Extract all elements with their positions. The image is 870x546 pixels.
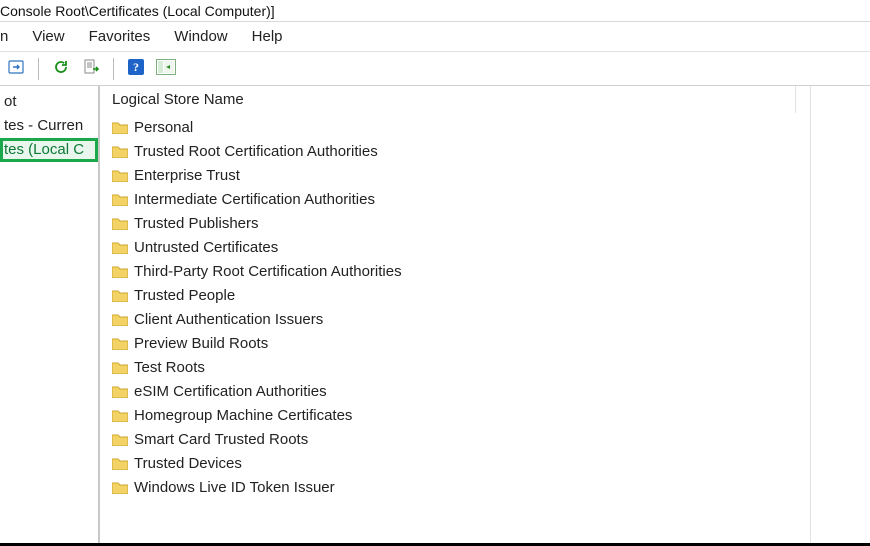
list-item[interactable]: Trusted Root Certification Authorities xyxy=(112,139,870,163)
tree-node-certificates-local-computer[interactable]: tes (Local C xyxy=(0,138,98,162)
tree-node-console-root[interactable]: ot xyxy=(0,90,98,114)
list-item[interactable]: Enterprise Trust xyxy=(112,163,870,187)
folder-icon xyxy=(112,145,128,158)
store-list: Personal Trusted Root Certification Auth… xyxy=(100,113,870,499)
mmc-window: Console Root\Certificates (Local Compute… xyxy=(0,0,870,546)
list-item[interactable]: Test Roots xyxy=(112,355,870,379)
svg-text:?: ? xyxy=(133,60,139,74)
list-item-label: Windows Live ID Token Issuer xyxy=(134,479,335,496)
folder-icon xyxy=(112,289,128,302)
nav-forward-button[interactable] xyxy=(4,57,28,81)
folder-icon xyxy=(112,481,128,494)
title-bar: Console Root\Certificates (Local Compute… xyxy=(0,0,870,22)
list-item-label: Preview Build Roots xyxy=(134,335,268,352)
list-item[interactable]: Homegroup Machine Certificates xyxy=(112,403,870,427)
menu-help[interactable]: Help xyxy=(252,28,283,45)
menu-favorites[interactable]: Favorites xyxy=(89,28,151,45)
list-item-label: Untrusted Certificates xyxy=(134,239,278,256)
list-item[interactable]: Personal xyxy=(112,115,870,139)
secondary-column-area xyxy=(810,86,870,543)
list-item-label: Test Roots xyxy=(134,359,205,376)
folder-icon xyxy=(112,409,128,422)
list-item-label: Third-Party Root Certification Authoriti… xyxy=(134,263,402,280)
folder-icon xyxy=(112,241,128,254)
export-list-button[interactable] xyxy=(79,57,103,81)
list-item[interactable]: Trusted Devices xyxy=(112,451,870,475)
list-item[interactable]: Third-Party Root Certification Authoriti… xyxy=(112,259,870,283)
folder-icon xyxy=(112,169,128,182)
list-item[interactable]: eSIM Certification Authorities xyxy=(112,379,870,403)
list-item[interactable]: Trusted People xyxy=(112,283,870,307)
content-area: ot tes - Curren tes (Local C Logical Sto… xyxy=(0,86,870,543)
refresh-button[interactable] xyxy=(49,57,73,81)
folder-icon xyxy=(112,385,128,398)
list-pane: Logical Store Name Personal Trusted Root… xyxy=(100,86,870,543)
list-item-label: Enterprise Trust xyxy=(134,167,240,184)
list-item-label: Personal xyxy=(134,119,193,136)
folder-icon xyxy=(112,361,128,374)
folder-icon xyxy=(112,193,128,206)
list-item-label: Client Authentication Issuers xyxy=(134,311,323,328)
tree-node-certificates-current-user[interactable]: tes - Curren xyxy=(0,114,98,138)
folder-icon xyxy=(112,217,128,230)
list-item[interactable]: Client Authentication Issuers xyxy=(112,307,870,331)
folder-icon xyxy=(112,433,128,446)
export-list-icon xyxy=(83,59,99,78)
folder-icon xyxy=(112,121,128,134)
folder-icon xyxy=(112,337,128,350)
menu-bar: n View Favorites Window Help xyxy=(0,22,870,52)
window-title: Console Root\Certificates (Local Compute… xyxy=(0,3,275,19)
toolbar-separator xyxy=(38,58,39,80)
console-tree-icon xyxy=(156,59,176,78)
folder-icon xyxy=(112,313,128,326)
list-item[interactable]: Preview Build Roots xyxy=(112,331,870,355)
list-item-label: Trusted People xyxy=(134,287,235,304)
console-tree[interactable]: ot tes - Curren tes (Local C xyxy=(0,86,100,543)
folder-icon xyxy=(112,457,128,470)
help-button[interactable]: ? xyxy=(124,57,148,81)
list-item-label: Trusted Publishers xyxy=(134,215,259,232)
list-item[interactable]: Smart Card Trusted Roots xyxy=(112,427,870,451)
folder-icon xyxy=(112,265,128,278)
list-item[interactable]: Intermediate Certification Authorities xyxy=(112,187,870,211)
toolbar-separator xyxy=(113,58,114,80)
list-item[interactable]: Trusted Publishers xyxy=(112,211,870,235)
help-icon: ? xyxy=(127,58,145,79)
list-item-label: eSIM Certification Authorities xyxy=(134,383,327,400)
menu-action-fragment[interactable]: n xyxy=(0,28,8,45)
list-item[interactable]: Windows Live ID Token Issuer xyxy=(112,475,870,499)
list-item-label: Smart Card Trusted Roots xyxy=(134,431,308,448)
toolbar: ? xyxy=(0,52,870,86)
list-item[interactable]: Untrusted Certificates xyxy=(112,235,870,259)
menu-view[interactable]: View xyxy=(32,28,64,45)
column-header-logical-store-name[interactable]: Logical Store Name xyxy=(100,86,796,113)
list-item-label: Intermediate Certification Authorities xyxy=(134,191,375,208)
list-item-label: Homegroup Machine Certificates xyxy=(134,407,352,424)
arrow-right-icon xyxy=(8,59,24,78)
list-item-label: Trusted Root Certification Authorities xyxy=(134,143,378,160)
show-hide-console-tree-button[interactable] xyxy=(154,57,178,81)
refresh-icon xyxy=(53,59,69,78)
menu-window[interactable]: Window xyxy=(174,28,227,45)
list-item-label: Trusted Devices xyxy=(134,455,242,472)
